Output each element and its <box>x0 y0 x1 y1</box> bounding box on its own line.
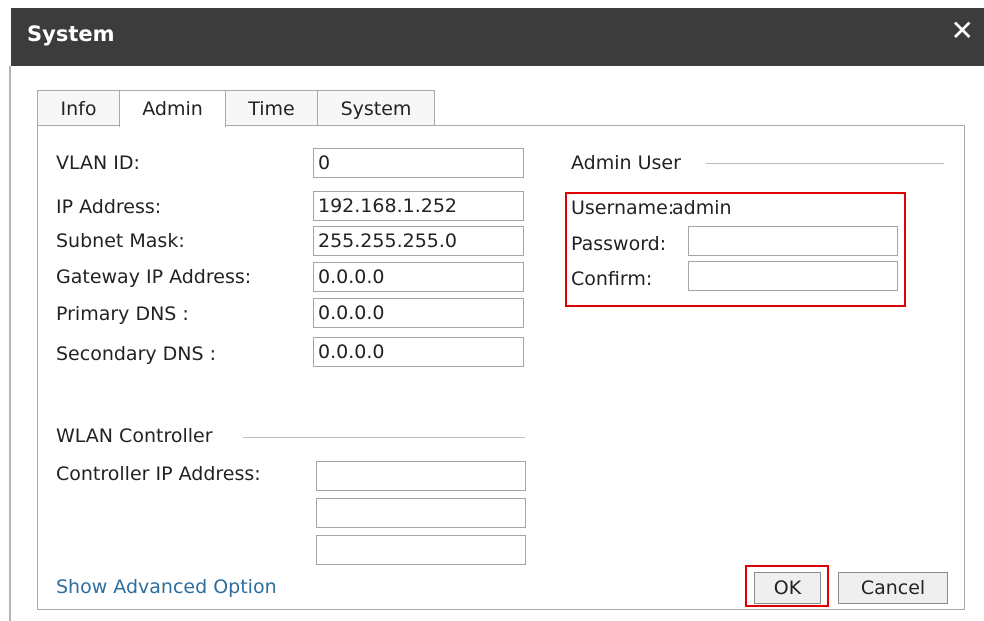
confirm-input[interactable] <box>688 261 898 291</box>
tab-system[interactable]: System <box>317 90 435 126</box>
subnet-mask-input[interactable] <box>313 226 524 256</box>
admin-user-divider <box>706 163 944 164</box>
gateway-input[interactable] <box>313 262 524 292</box>
subnet-mask-label: Subnet Mask: <box>56 230 185 252</box>
gateway-label: Gateway IP Address: <box>56 266 252 288</box>
wlan-controller-heading: WLAN Controller <box>56 425 213 447</box>
dialog-title-bar: System ✕ <box>11 8 984 66</box>
wlan-controller-divider <box>243 437 525 438</box>
tab-time[interactable]: Time <box>225 90 318 126</box>
admin-user-heading: Admin User <box>571 152 681 174</box>
close-icon[interactable]: ✕ <box>951 17 974 45</box>
vlan-id-label: VLAN ID: <box>56 152 140 174</box>
ip-address-label: IP Address: <box>56 196 162 218</box>
primary-dns-input[interactable] <box>313 298 524 328</box>
controller-ip-input-3[interactable] <box>316 535 526 565</box>
confirm-label: Confirm: <box>571 268 653 290</box>
dialog-title: System <box>27 22 115 46</box>
ip-address-input[interactable] <box>313 191 524 221</box>
cancel-button[interactable]: Cancel <box>838 572 948 604</box>
username-value: admin <box>672 197 732 219</box>
vlan-id-input[interactable] <box>313 148 524 178</box>
password-label: Password: <box>571 233 667 255</box>
primary-dns-label: Primary DNS : <box>56 303 189 325</box>
password-input[interactable] <box>688 226 898 256</box>
controller-ip-input-2[interactable] <box>316 498 526 528</box>
secondary-dns-label: Secondary DNS : <box>56 343 217 365</box>
dialog-left-border <box>9 66 11 621</box>
tab-info[interactable]: Info <box>37 90 120 126</box>
secondary-dns-input[interactable] <box>313 337 524 367</box>
tab-admin[interactable]: Admin <box>119 90 226 127</box>
show-advanced-option-link[interactable]: Show Advanced Option <box>56 576 277 598</box>
controller-ip-label: Controller IP Address: <box>56 463 261 485</box>
username-label: Username: <box>571 197 675 219</box>
controller-ip-input-1[interactable] <box>316 461 526 491</box>
ok-button-highlight <box>745 565 829 607</box>
